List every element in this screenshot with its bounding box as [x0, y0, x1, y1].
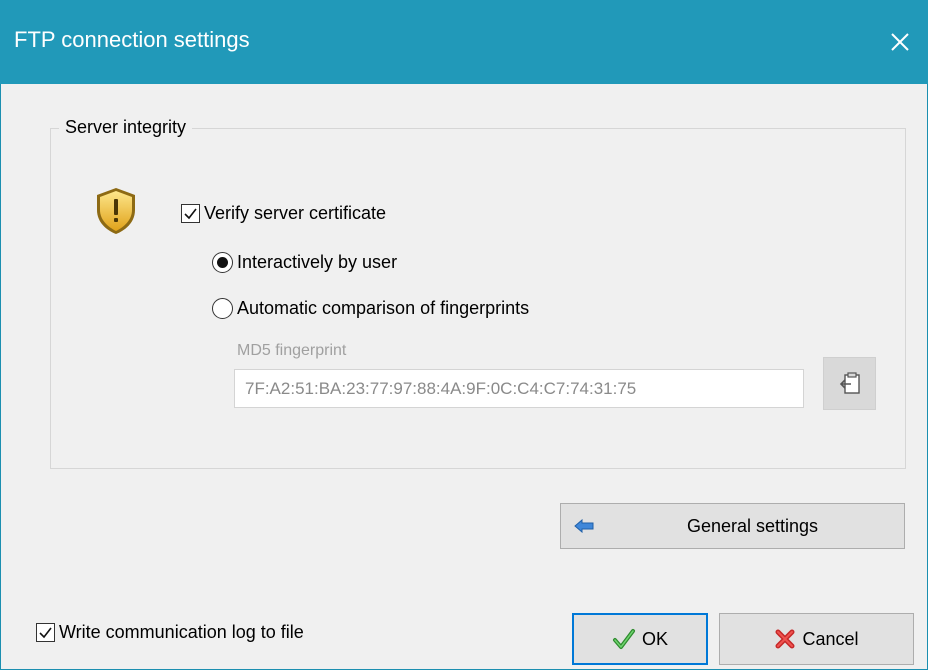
general-settings-label: General settings	[686, 515, 819, 536]
paste-icon	[839, 371, 860, 394]
radio-dot	[217, 257, 228, 268]
ok-button[interactable]: OK	[572, 613, 708, 665]
dialog-window: FTP connection settings Server integrity…	[0, 0, 928, 670]
radio-button[interactable]	[212, 298, 233, 319]
verify-certificate-label: Verify server certificate	[204, 203, 387, 223]
general-settings-button[interactable]: General settings	[560, 503, 905, 549]
cancel-label: Cancel	[802, 628, 859, 649]
radio-interactive-label: Interactively by user	[237, 252, 398, 272]
md5-fingerprint-input[interactable]: 7F:A2:51:BA:23:77:97:88:4A:9F:0C:C4:C7:7…	[234, 369, 804, 408]
dialog-title: FTP connection settings	[14, 27, 250, 52]
title-bar: FTP connection settings	[0, 0, 928, 84]
radio-button[interactable]	[212, 252, 233, 273]
shield-warning-icon	[97, 188, 135, 234]
checkbox-box[interactable]	[181, 204, 200, 223]
checkmark-icon	[184, 208, 197, 220]
radio-automatic-label: Automatic comparison of fingerprints	[237, 298, 530, 318]
red-x-icon	[775, 629, 795, 649]
close-button[interactable]	[880, 24, 920, 60]
cancel-button[interactable]: Cancel	[719, 613, 914, 665]
checkmark-icon	[39, 627, 52, 639]
group-title: Server integrity	[59, 117, 193, 138]
md5-label: MD5 fingerprint	[237, 342, 347, 359]
checkbox-box[interactable]	[36, 623, 55, 642]
radio-automatic[interactable]: Automatic comparison of fingerprints	[212, 298, 529, 319]
radio-interactive[interactable]: Interactively by user	[212, 252, 397, 273]
arrow-left-icon	[574, 519, 594, 533]
checkmark-icon	[612, 629, 635, 649]
write-log-checkbox[interactable]: Write communication log to file	[36, 622, 304, 643]
close-icon	[891, 33, 909, 51]
write-log-label: Write communication log to file	[59, 622, 304, 642]
verify-certificate-checkbox[interactable]: Verify server certificate	[181, 203, 386, 224]
paste-fingerprint-button[interactable]	[823, 357, 876, 410]
ok-label: OK	[641, 628, 668, 649]
